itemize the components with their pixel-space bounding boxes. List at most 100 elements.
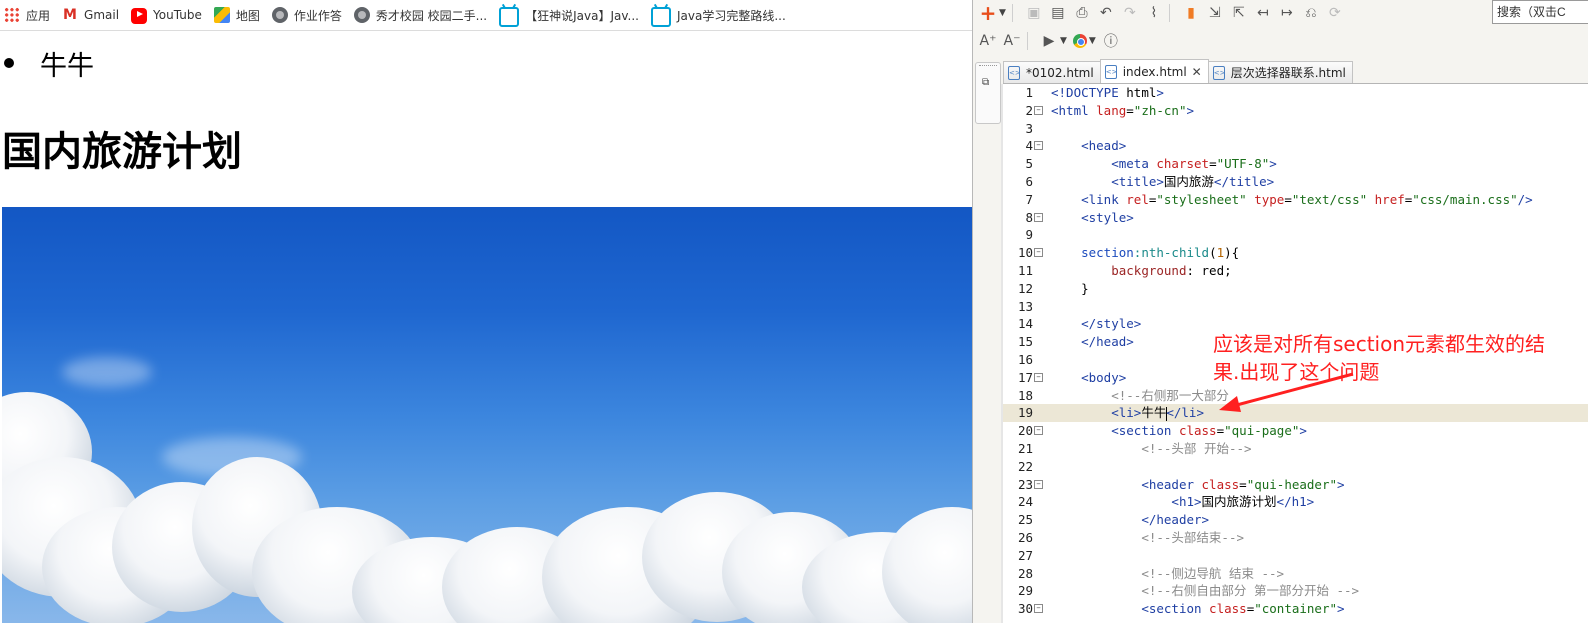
search-input[interactable]: 搜索（双击C (1492, 0, 1588, 24)
format-icon[interactable]: ⌇ (1145, 4, 1163, 22)
bookmark-homework[interactable]: 作业作答 (271, 7, 342, 24)
bookmark-youtube[interactable]: YouTube (131, 6, 202, 24)
info-icon[interactable]: ⓘ (1102, 32, 1120, 50)
code-line[interactable]: 3 (1003, 120, 1588, 138)
code-line[interactable]: 20− <section class="qui-page"> (1003, 422, 1588, 440)
line-number: 23 (1017, 476, 1033, 492)
bookmark-campus[interactable]: 秀才校园 校园二手... (353, 7, 487, 24)
bookmark-kuangshen-java[interactable]: 【狂神说Java】Jav... (499, 4, 639, 27)
bookmarks-bar: 应用 M Gmail YouTube 地图 作业作答 秀才校园 校园二手... … (0, 0, 972, 31)
bullet-icon (4, 58, 14, 68)
restore-icon[interactable]: ⧉ (982, 77, 989, 88)
sync-icon[interactable]: ⟳ (1326, 4, 1344, 22)
tab-index[interactable]: <> index.html ✕ (1099, 59, 1209, 83)
code-token: <!DOCTYPE (1051, 85, 1127, 100)
code-token: > (1337, 601, 1345, 617)
line-number: 21 (1017, 440, 1033, 456)
line-number: 15 (1017, 334, 1033, 350)
font-increase-icon[interactable]: A⁺ (979, 32, 997, 50)
new-file-icon[interactable]: + (979, 1, 997, 25)
code-line[interactable]: 27 (1003, 547, 1588, 565)
bookmark-label: 【狂神说Java】Jav... (525, 8, 639, 23)
chevron-down-icon[interactable]: ▼ (1089, 36, 1096, 46)
code-token: <header (1141, 476, 1202, 492)
code-token: "text/css" (1291, 191, 1375, 207)
fold-toggle-icon[interactable]: − (1034, 141, 1043, 151)
undo-icon[interactable]: ↶ (1097, 4, 1115, 22)
fold-toggle-icon[interactable]: − (1034, 479, 1043, 489)
chrome-browser-icon[interactable] (1072, 34, 1087, 48)
code-line[interactable]: 22 (1003, 458, 1588, 476)
bookmark-apps[interactable]: 应用 (4, 7, 50, 24)
close-icon[interactable]: ✕ (1192, 65, 1202, 79)
fold-toggle-icon[interactable]: − (1034, 372, 1043, 382)
code-token: background (1111, 262, 1187, 278)
code-line[interactable]: 1 <!DOCTYPE html> (1003, 84, 1588, 102)
chevron-down-icon[interactable]: ▼ (1060, 36, 1067, 46)
code-line[interactable]: 28 <!--侧边导航 结束 --> (1003, 565, 1588, 583)
code-text: <li>牛牛</li> (1051, 404, 1204, 422)
print-icon[interactable]: ⎙ (1073, 4, 1091, 22)
redo-icon[interactable]: ↷ (1121, 4, 1139, 22)
code-line[interactable]: 25 </header> (1003, 511, 1588, 529)
code-line[interactable]: 12 } (1003, 280, 1588, 298)
code-line[interactable]: 2− <html lang="zh-cn"> (1003, 102, 1588, 120)
code-line[interactable]: 5 <meta charset="UTF-8"> (1003, 155, 1588, 173)
html-file-icon: <> (1104, 64, 1117, 79)
code-text: </head> (1051, 333, 1134, 351)
code-token: href (1374, 191, 1405, 207)
code-line[interactable]: 26 <!--头部结束--> (1003, 529, 1588, 547)
code-line[interactable]: 30− <section class="container"> (1003, 600, 1588, 618)
tab-hierarchy-selector[interactable]: <> 层次选择器联系.html (1207, 61, 1353, 83)
save-icon[interactable]: ▣ (1025, 4, 1043, 22)
code-line[interactable]: 10− section:nth-child(1){ (1003, 244, 1588, 262)
bookmark-maps[interactable]: 地图 (213, 7, 260, 24)
code-editor: + ▼ ▣ ▤ ⎙ ↶ ↷ ⌇ ▮ ⇲ ⇱ ↤ ↦ ⎌ ⟳ 搜索（双击C A⁺ … (972, 0, 1588, 623)
line-number: 22 (1017, 458, 1033, 474)
tab-0102[interactable]: <> *0102.html (1003, 61, 1101, 83)
import-icon[interactable]: ⇲ (1206, 4, 1224, 22)
chevron-down-icon[interactable]: ▼ (999, 8, 1006, 18)
bookmark-icon[interactable]: ▮ (1182, 4, 1200, 22)
code-line[interactable]: 23− <header class="qui-header"> (1003, 476, 1588, 494)
bookmark-label: Gmail (84, 8, 120, 22)
jump-back-icon[interactable]: ↤ (1254, 4, 1272, 22)
fold-toggle-icon[interactable]: − (1034, 248, 1043, 258)
jump-forward-icon[interactable]: ↦ (1278, 4, 1296, 22)
code-token: </title> (1213, 173, 1275, 189)
run-icon[interactable]: ▶ (1040, 32, 1058, 50)
side-panel[interactable]: ⧉ (975, 62, 1001, 124)
fold-toggle-icon[interactable]: − (1034, 426, 1043, 436)
code-line[interactable]: 6 <title>国内旅游</title> (1003, 173, 1588, 191)
globe-icon (271, 7, 288, 23)
fold-toggle-icon[interactable]: − (1034, 212, 1043, 222)
font-decrease-icon[interactable]: A⁻ (1003, 32, 1021, 50)
browser-window: 应用 M Gmail YouTube 地图 作业作答 秀才校园 校园二手... … (0, 0, 972, 623)
code-line[interactable]: 7 <link rel="stylesheet" type="text/css"… (1003, 191, 1588, 209)
code-line[interactable]: 29 <!--右侧自由部分 第一部分开始 --> (1003, 582, 1588, 600)
bookmark-java-roadmap[interactable]: Java学习完整路线... (650, 4, 786, 27)
history-icon[interactable]: ⎌ (1302, 4, 1320, 22)
line-number: 28 (1017, 565, 1033, 581)
code-line[interactable]: 9 (1003, 226, 1588, 244)
code-text: <body> (1051, 369, 1126, 387)
code-line[interactable]: 4− <head> (1003, 137, 1588, 155)
bookmark-gmail[interactable]: M Gmail (62, 7, 119, 23)
code-text: <!--头部 开始--> (1051, 440, 1251, 458)
fold-toggle-icon[interactable]: − (1034, 105, 1043, 115)
save-all-icon[interactable]: ▤ (1049, 4, 1067, 22)
code-token: class (1178, 423, 1217, 439)
code-line[interactable]: 8− <style> (1003, 209, 1588, 227)
export-icon[interactable]: ⇱ (1230, 4, 1248, 22)
code-line[interactable]: 11 background: red; (1003, 262, 1588, 280)
code-line[interactable]: 24 <h1>国内旅游计划</h1> (1003, 493, 1588, 511)
code-line[interactable]: 13 (1003, 298, 1588, 316)
fold-toggle-icon[interactable]: − (1034, 604, 1043, 614)
code-line[interactable]: 21 <!--头部 开始--> (1003, 440, 1588, 458)
